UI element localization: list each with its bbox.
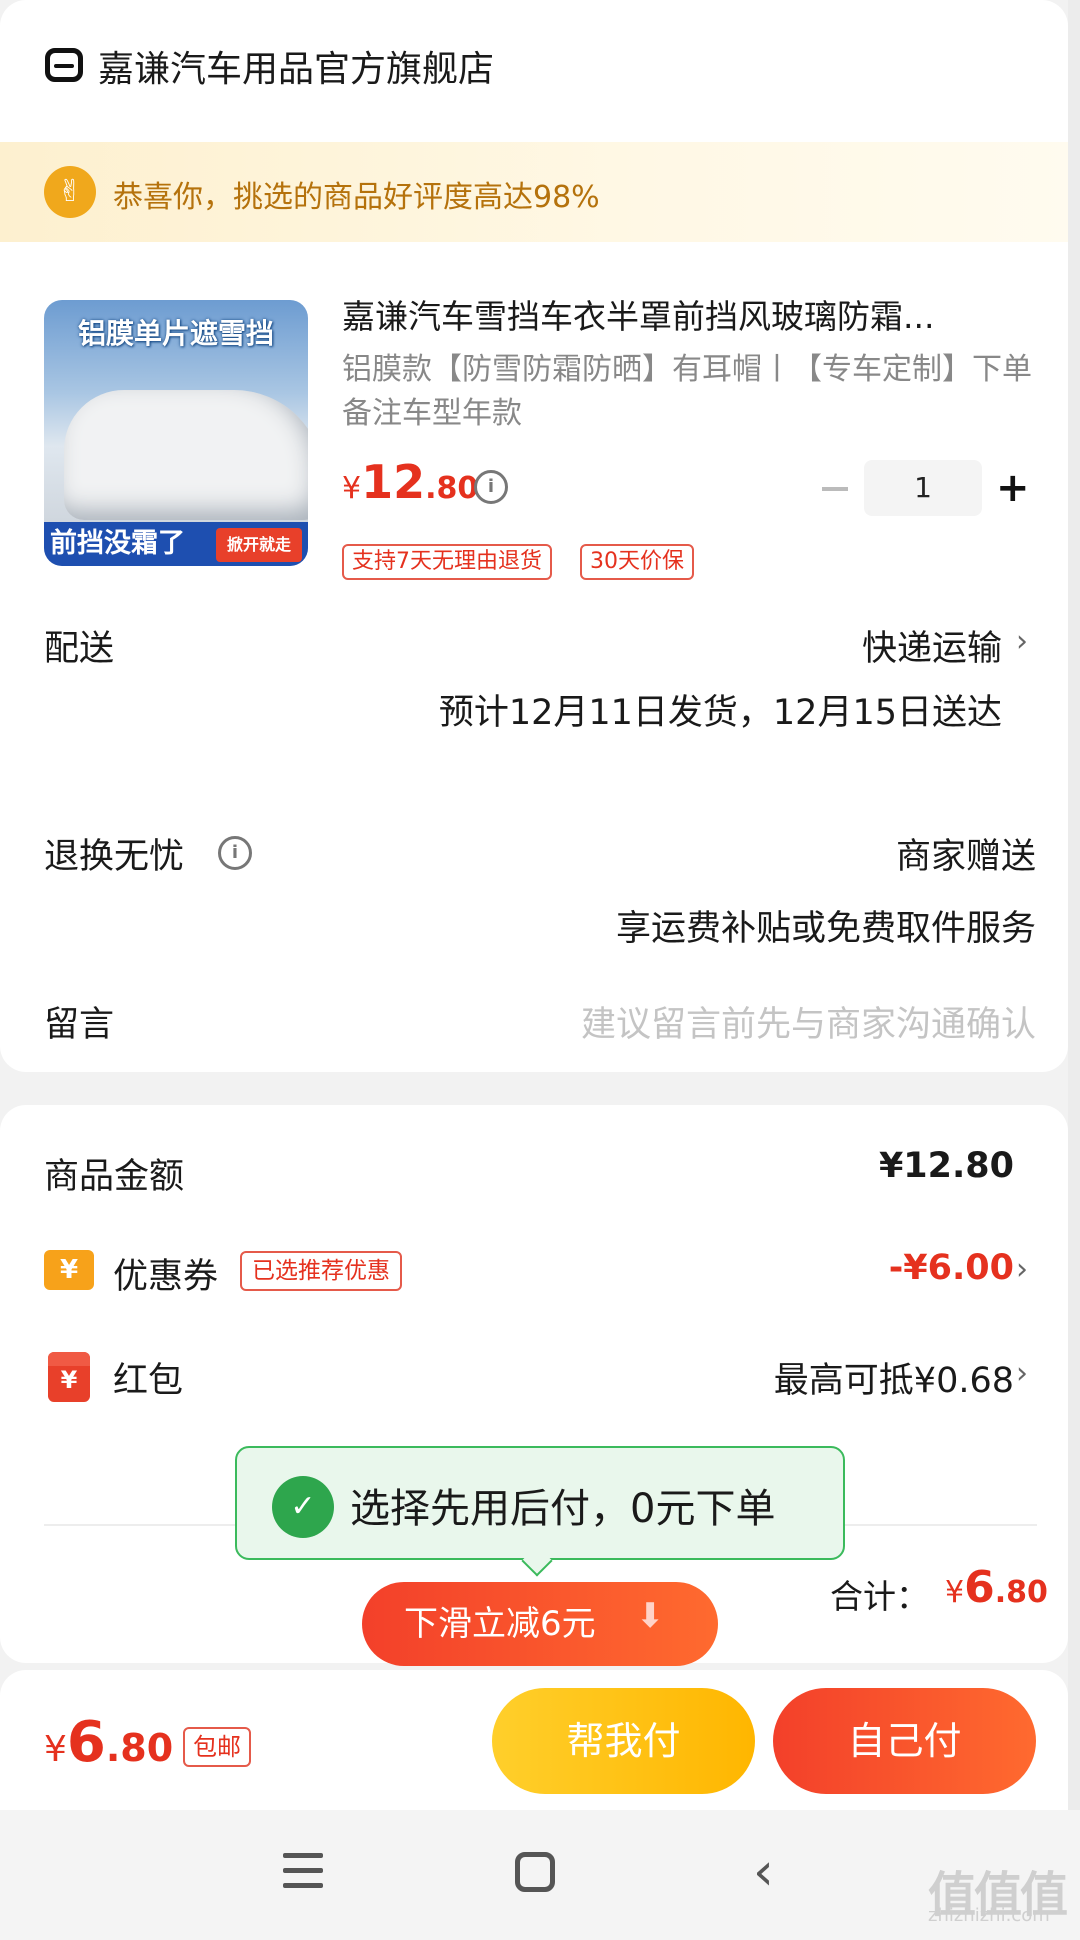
checkout-currency: ¥ bbox=[44, 1729, 67, 1770]
goods-amount-value: ¥12.80 bbox=[878, 1146, 1014, 1186]
red-packet-label[interactable]: 红包 bbox=[113, 1352, 183, 1403]
red-packet-value[interactable]: 最高可抵¥0.68 bbox=[774, 1352, 1014, 1403]
product-price: ¥12.80 bbox=[342, 455, 478, 509]
quantity-increase-button[interactable]: + bbox=[996, 462, 1030, 514]
delivery-label: 配送 bbox=[44, 629, 115, 669]
price-integer: 12 bbox=[361, 455, 426, 509]
delivery-chevron-icon[interactable]: › bbox=[1016, 624, 1028, 659]
total-price: ¥6.80 bbox=[945, 1562, 1048, 1613]
praise-banner-text: 恭喜你，挑选的商品好评度高达98% bbox=[113, 180, 600, 215]
total-label: 合计： bbox=[830, 1577, 929, 1616]
product-image-badge: 掀开就走 bbox=[216, 528, 302, 562]
returns-label: 退换无忧 bbox=[44, 837, 185, 877]
slide-discount-button[interactable]: 下滑立减6元 bbox=[362, 1582, 718, 1666]
red-packet-icon: ¥ bbox=[48, 1352, 90, 1402]
coupon-chevron-icon[interactable]: › bbox=[1016, 1252, 1028, 1287]
thumbs-up-icon: ✌ bbox=[44, 166, 96, 218]
tag-7day-return: 支持7天无理由退货 bbox=[342, 544, 552, 580]
quantity-decrease-button[interactable] bbox=[822, 487, 848, 491]
total-currency: ¥ bbox=[945, 1575, 965, 1610]
goods-amount-label: 商品金额 bbox=[44, 1157, 185, 1197]
store-icon bbox=[45, 48, 83, 82]
order-item-card: 嘉谦汽车用品官方旗舰店 ✌ 恭喜你，挑选的商品好评度高达98% 铝膜单片遮雪挡 … bbox=[0, 0, 1068, 1072]
scrollbar-track bbox=[1068, 0, 1080, 1810]
free-shipping-tag: 包邮 bbox=[183, 1727, 251, 1767]
coupon-value[interactable]: -¥6.00 bbox=[889, 1248, 1014, 1288]
recent-apps-icon[interactable] bbox=[283, 1853, 323, 1889]
checkout-price: ¥6.80 bbox=[44, 1710, 173, 1775]
checkout-price-integer: 6 bbox=[66, 1710, 106, 1775]
pay-later-badge-icon: ✓ bbox=[272, 1476, 334, 1538]
price-currency: ¥ bbox=[342, 471, 362, 506]
help-me-pay-button[interactable]: 帮我付 bbox=[492, 1688, 755, 1794]
pay-myself-button[interactable]: 自己付 bbox=[773, 1688, 1036, 1794]
coupon-recommended-tag: 已选推荐优惠 bbox=[240, 1251, 402, 1291]
returns-info-icon[interactable]: i bbox=[218, 836, 252, 870]
returns-value: 商家赠送 bbox=[895, 837, 1036, 877]
checkout-price-decimal: .80 bbox=[105, 1726, 174, 1770]
total-integer: 6 bbox=[964, 1562, 995, 1613]
red-packet-chevron-icon[interactable]: › bbox=[1016, 1356, 1028, 1391]
quantity-input[interactable]: 1 bbox=[864, 460, 982, 516]
message-input[interactable]: 建议留言前先与商家沟通确认 bbox=[581, 996, 1036, 1047]
product-image-caption-bottom: 前挡没霜了 bbox=[50, 528, 185, 559]
price-decimal: .80 bbox=[425, 471, 479, 506]
total-decimal: .80 bbox=[994, 1575, 1048, 1610]
price-info-icon[interactable]: i bbox=[474, 470, 508, 504]
double-chevron-down-icon: ⬇ bbox=[636, 1596, 665, 1636]
product-spec[interactable]: 铝膜款【防雪防霜防晒】有耳帽丨【专车定制】下单备注车型年款 bbox=[342, 348, 1042, 436]
store-name[interactable]: 嘉谦汽车用品官方旗舰店 bbox=[98, 40, 494, 92]
delivery-method[interactable]: 快递运输 bbox=[862, 620, 1002, 671]
back-icon[interactable]: ‹ bbox=[753, 1842, 774, 1902]
tag-price-protect: 30天价保 bbox=[580, 544, 694, 580]
product-title[interactable]: 嘉谦汽车雪挡车衣半罩前挡风玻璃防霜... bbox=[342, 290, 1032, 338]
product-image[interactable]: 铝膜单片遮雪挡 前挡没霜了 掀开就走 bbox=[44, 300, 308, 566]
message-label: 留言 bbox=[44, 1005, 115, 1045]
watermark-url: zhizhizhi.com bbox=[928, 1905, 1050, 1926]
returns-note: 享运费补贴或免费取件服务 bbox=[615, 909, 1036, 949]
coupon-label[interactable]: 优惠券 bbox=[113, 1248, 218, 1299]
delivery-estimate: 预计12月11日发货，12月15日送达 bbox=[438, 693, 1002, 733]
coupon-icon: ¥ bbox=[44, 1250, 94, 1290]
car-cover-illustration bbox=[64, 390, 308, 520]
pay-later-tooltip-text: 选择先用后付，0元下单 bbox=[350, 1486, 776, 1532]
product-image-caption-top: 铝膜单片遮雪挡 bbox=[77, 317, 274, 350]
home-icon[interactable] bbox=[515, 1852, 555, 1892]
